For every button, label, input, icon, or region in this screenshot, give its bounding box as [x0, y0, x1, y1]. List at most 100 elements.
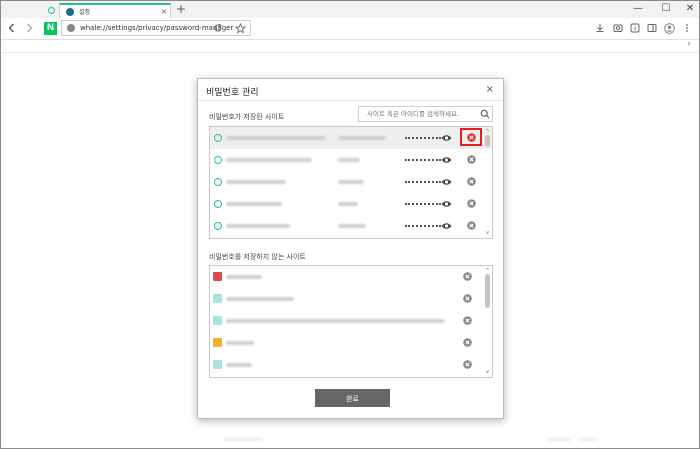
delete-icon[interactable]	[463, 316, 472, 325]
never-saved-label: 비밀번호를 저장하지 않는 사이트	[209, 253, 306, 261]
site-url-redacted	[226, 158, 312, 162]
sidebar-icon[interactable]	[645, 21, 659, 35]
eye-icon[interactable]	[441, 155, 452, 165]
masked-password	[405, 181, 441, 183]
done-button[interactable]: 완료	[315, 389, 390, 407]
scroll-down-icon[interactable]: v	[484, 230, 491, 236]
scroll-down-icon[interactable]: v	[484, 369, 491, 375]
saved-password-row[interactable]	[210, 215, 492, 237]
background-page-text	[547, 438, 571, 441]
saved-list-scrollbar[interactable]: ^ v	[484, 129, 491, 236]
chevron-right-icon[interactable]: ›	[687, 39, 691, 49]
saved-sites-label: 비밀번호가 저장된 사이트	[209, 113, 285, 121]
delete-icon[interactable]	[467, 177, 476, 186]
tab-settings[interactable]: 설정 ×	[59, 3, 171, 18]
username-redacted	[338, 158, 360, 162]
profile-icon[interactable]	[662, 21, 676, 35]
saved-passwords-list[interactable]: ^ v	[209, 126, 493, 239]
browser-window: 설정 × + — ☐ ✕ N whale://settings/privacy/…	[0, 0, 700, 449]
username-redacted	[338, 136, 386, 140]
site-status-icon	[214, 134, 222, 142]
password-search-box[interactable]	[358, 106, 493, 122]
tab-title: 설정	[79, 9, 91, 16]
eye-icon[interactable]	[441, 221, 452, 231]
masked-password	[405, 159, 441, 161]
naver-logo-icon[interactable]: N	[44, 22, 57, 35]
scroll-thumb[interactable]	[485, 274, 490, 308]
whale-favicon-icon	[66, 7, 74, 16]
close-window-button[interactable]: ✕	[677, 2, 699, 16]
background-page-text	[223, 438, 263, 441]
site-favicon-icon	[213, 316, 222, 325]
username-redacted	[338, 224, 366, 228]
saved-password-row[interactable]	[210, 193, 492, 215]
site-url-redacted	[226, 341, 254, 345]
site-info-icon[interactable]	[67, 24, 75, 32]
title-bar: 설정 × + — ☐ ✕	[1, 1, 699, 18]
saved-password-row[interactable]	[210, 127, 492, 149]
reload-icon[interactable]	[211, 21, 225, 35]
whale-home-tab[interactable]	[41, 3, 61, 18]
never-saved-row[interactable]	[210, 310, 492, 332]
saved-password-row[interactable]	[210, 149, 492, 171]
download-icon[interactable]	[593, 21, 607, 35]
password-search-input[interactable]	[359, 110, 479, 118]
dialog-divider	[198, 100, 503, 101]
menu-icon[interactable]	[680, 21, 694, 35]
eye-icon[interactable]	[441, 199, 452, 209]
never-saved-scrollbar[interactable]: ^ v	[484, 268, 491, 375]
never-saved-row[interactable]	[210, 332, 492, 354]
site-url-redacted	[226, 275, 262, 279]
site-url-redacted	[226, 202, 282, 206]
delete-icon[interactable]	[467, 155, 476, 164]
tab-close-icon[interactable]: ×	[158, 7, 170, 16]
username-redacted	[338, 180, 364, 184]
site-url-redacted	[226, 224, 290, 228]
eye-icon[interactable]	[441, 133, 452, 143]
bookmark-star-icon[interactable]	[233, 21, 247, 35]
site-favicon-icon	[213, 360, 222, 369]
forward-icon[interactable]	[22, 21, 36, 35]
site-status-icon	[214, 200, 222, 208]
eye-icon[interactable]	[441, 177, 452, 187]
site-status-icon	[214, 156, 222, 164]
highlight-box	[460, 128, 482, 146]
background-page-text	[578, 438, 598, 441]
toolbar: N	[1, 18, 699, 40]
masked-password	[405, 137, 441, 139]
saved-password-row[interactable]	[210, 171, 492, 193]
never-saved-list[interactable]: ^ v	[209, 265, 493, 378]
masked-password	[405, 225, 441, 227]
search-icon[interactable]	[479, 108, 491, 120]
scroll-up-icon[interactable]: ^	[484, 268, 491, 274]
delete-icon[interactable]	[467, 199, 476, 208]
bookmark-bar: ›	[1, 39, 699, 53]
site-url-redacted	[226, 180, 286, 184]
password-manager-dialog: 비밀번호 관리 × 비밀번호가 저장된 사이트 사이트 혹은 아이디를 검색하세…	[197, 78, 504, 419]
delete-icon[interactable]	[463, 294, 472, 303]
site-url-redacted	[226, 136, 326, 140]
delete-icon[interactable]	[463, 360, 472, 369]
delete-icon[interactable]	[463, 338, 472, 347]
info-icon[interactable]	[628, 21, 642, 35]
new-tab-button[interactable]: +	[174, 3, 188, 17]
site-url-redacted	[226, 297, 294, 301]
maximize-button[interactable]: ☐	[653, 2, 679, 16]
never-saved-row[interactable]	[210, 288, 492, 310]
username-redacted	[338, 202, 358, 206]
dialog-close-icon[interactable]: ×	[486, 84, 494, 95]
site-status-icon	[214, 222, 222, 230]
scroll-up-icon[interactable]: ^	[484, 129, 491, 135]
whale-ring-icon	[47, 7, 55, 14]
site-url-redacted	[226, 363, 252, 367]
back-icon[interactable]	[5, 21, 19, 35]
scroll-thumb[interactable]	[485, 135, 490, 147]
never-saved-row[interactable]	[210, 266, 492, 288]
delete-icon[interactable]	[467, 221, 476, 230]
capture-icon[interactable]	[611, 21, 625, 35]
minimize-button[interactable]: —	[625, 2, 651, 16]
site-favicon-icon	[213, 294, 222, 303]
masked-password	[405, 203, 441, 205]
never-saved-row[interactable]	[210, 354, 492, 376]
delete-icon[interactable]	[463, 272, 472, 281]
